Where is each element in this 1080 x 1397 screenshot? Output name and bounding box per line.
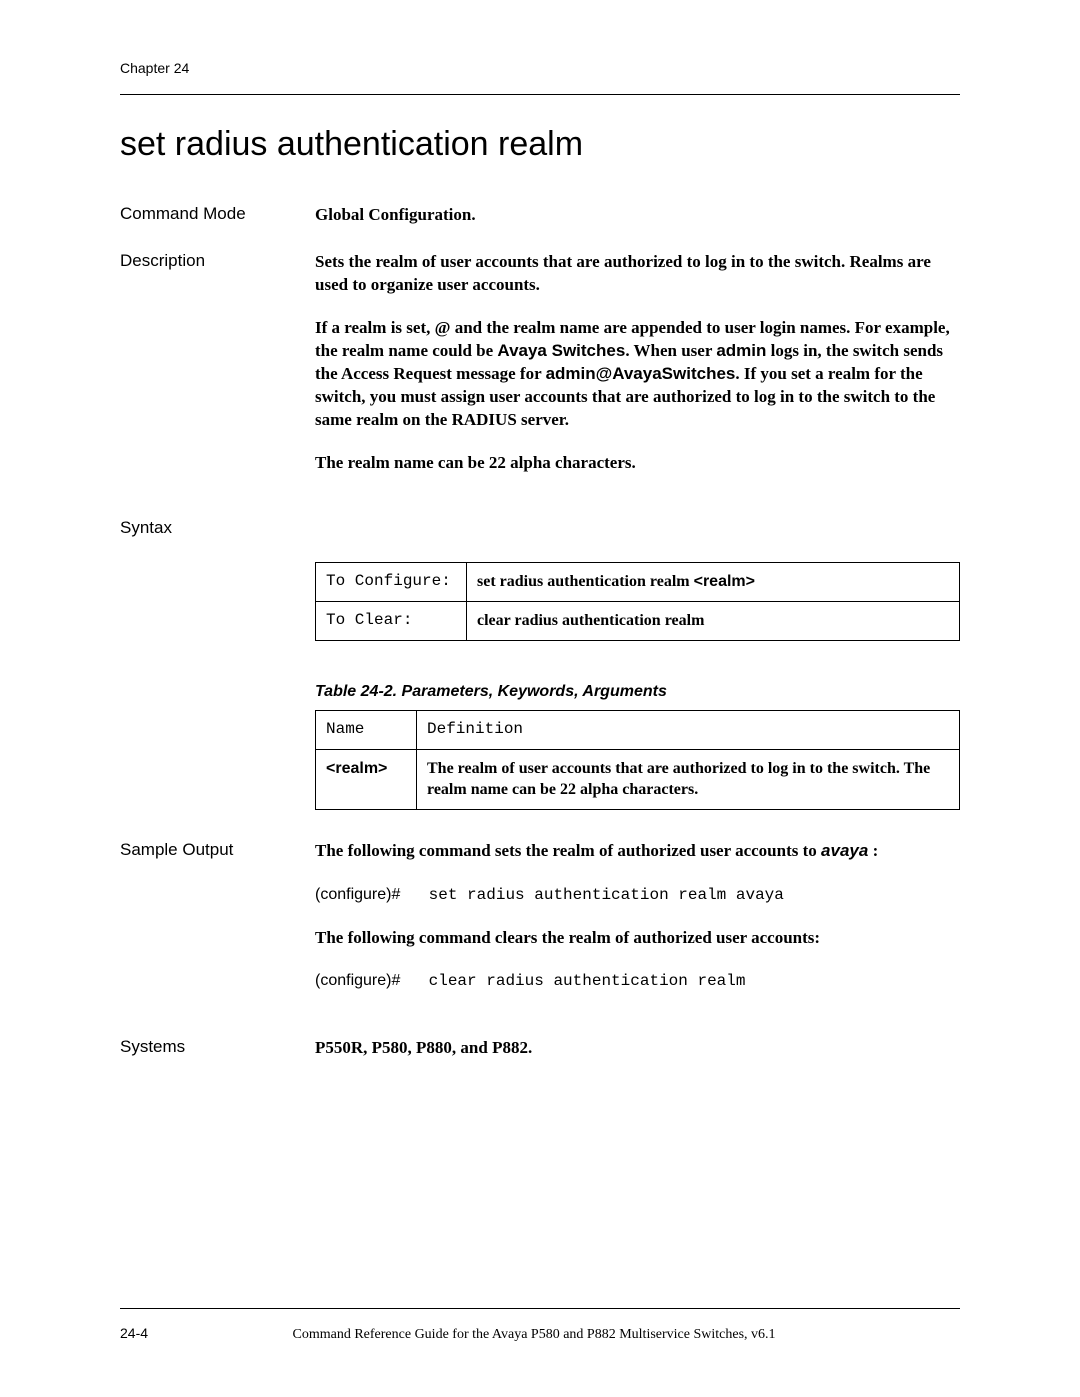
desc-p2-realm: Avaya Switches <box>497 341 625 360</box>
syntax-cfg-cmd: set radius authentication realm <box>477 573 694 590</box>
page-number: 24-4 <box>120 1325 148 1341</box>
sample-intro1-a: The following command sets the realm of … <box>315 841 821 860</box>
syntax-cfg-arg: <realm> <box>694 573 755 590</box>
sample-cmd1-line: (configure)# set radius authentication r… <box>315 883 960 907</box>
sample-prompt1: (configure)# <box>315 884 400 906</box>
page-footer: 24-4 Command Reference Guide for the Ava… <box>120 1325 960 1343</box>
syntax-table-wrap: To Configure: set radius authentication … <box>315 562 960 640</box>
page-title: set radius authentication realm <box>120 125 960 164</box>
table-row: To Clear: clear radius authentication re… <box>316 602 960 641</box>
systems-value: P550R, P580, P880, and P882. <box>315 1037 960 1060</box>
sample-cmd2-line: (configure)# clear radius authentication… <box>315 969 960 993</box>
param-table-row: Table 24-2. Parameters, Keywords, Argume… <box>120 681 960 810</box>
command-mode-label: Command Mode <box>120 204 315 227</box>
syntax-content <box>315 518 960 538</box>
sample-intro1-b: avaya <box>821 841 868 860</box>
description-p2: If a realm is set, @ and the realm name … <box>315 317 960 432</box>
syntax-label: Syntax <box>120 518 315 538</box>
sample-intro2: The following command clears the realm o… <box>315 927 960 950</box>
syntax-row: Syntax <box>120 518 960 538</box>
chapter-header: Chapter 24 <box>120 60 960 76</box>
systems-row: Systems P550R, P580, P880, and P882. <box>120 1037 960 1060</box>
table-row: <realm> The realm of user accounts that … <box>316 749 960 809</box>
description-row: Description Sets the realm of user accou… <box>120 251 960 495</box>
desc-p2-user: admin <box>716 341 766 360</box>
description-label: Description <box>120 251 315 495</box>
top-rule <box>120 94 960 95</box>
table-row: Name Definition <box>316 711 960 750</box>
syntax-configure-left: To Configure: <box>316 563 467 602</box>
syntax-table: To Configure: set radius authentication … <box>315 562 960 640</box>
sample-output-label: Sample Output <box>120 840 315 1013</box>
sample-output-content: The following command sets the realm of … <box>315 840 960 1013</box>
param-definition: The realm of user accounts that are auth… <box>417 749 960 809</box>
parameters-table: Name Definition <realm> The realm of use… <box>315 710 960 810</box>
description-content: Sets the realm of user accounts that are… <box>315 251 960 495</box>
sample-prompt2: (configure)# <box>315 970 400 992</box>
bottom-rule <box>120 1308 960 1309</box>
param-header-definition: Definition <box>417 711 960 750</box>
param-header-name: Name <box>316 711 417 750</box>
document-page: Chapter 24 set radius authentication rea… <box>0 0 1080 1397</box>
table-row: To Configure: set radius authentication … <box>316 563 960 602</box>
desc-p2-c: . When user <box>625 341 716 360</box>
footer-text: Command Reference Guide for the Avaya P5… <box>293 1327 776 1343</box>
description-p1: Sets the realm of user accounts that are… <box>315 251 960 297</box>
param-name: <realm> <box>316 749 417 809</box>
systems-label: Systems <box>120 1037 315 1060</box>
description-p3: The realm name can be 22 alpha character… <box>315 452 960 475</box>
param-spacer <box>120 681 315 810</box>
sample-intro1-c: : <box>868 841 878 860</box>
sample-intro1: The following command sets the realm of … <box>315 840 960 863</box>
sample-cmd1: set radius authentication realm avaya <box>429 886 784 904</box>
command-mode-row: Command Mode Global Configuration. <box>120 204 960 227</box>
desc-p2-full: admin@AvayaSwitches <box>546 364 736 383</box>
syntax-table-row: To Configure: set radius authentication … <box>120 562 960 640</box>
syntax-clear-left: To Clear: <box>316 602 467 641</box>
syntax-configure-right: set radius authentication realm <realm> <box>467 563 960 602</box>
command-mode-value: Global Configuration. <box>315 204 960 227</box>
desc-p2-at: @ <box>435 318 451 337</box>
sample-cmd2: clear radius authentication realm <box>429 972 746 990</box>
syntax-spacer <box>120 562 315 640</box>
syntax-clear-right: clear radius authentication realm <box>467 602 960 641</box>
desc-p2-a: If a realm is set, <box>315 318 435 337</box>
sample-output-row: Sample Output The following command sets… <box>120 840 960 1013</box>
param-table-wrap: Table 24-2. Parameters, Keywords, Argume… <box>315 681 960 810</box>
param-table-caption: Table 24-2. Parameters, Keywords, Argume… <box>315 681 960 703</box>
